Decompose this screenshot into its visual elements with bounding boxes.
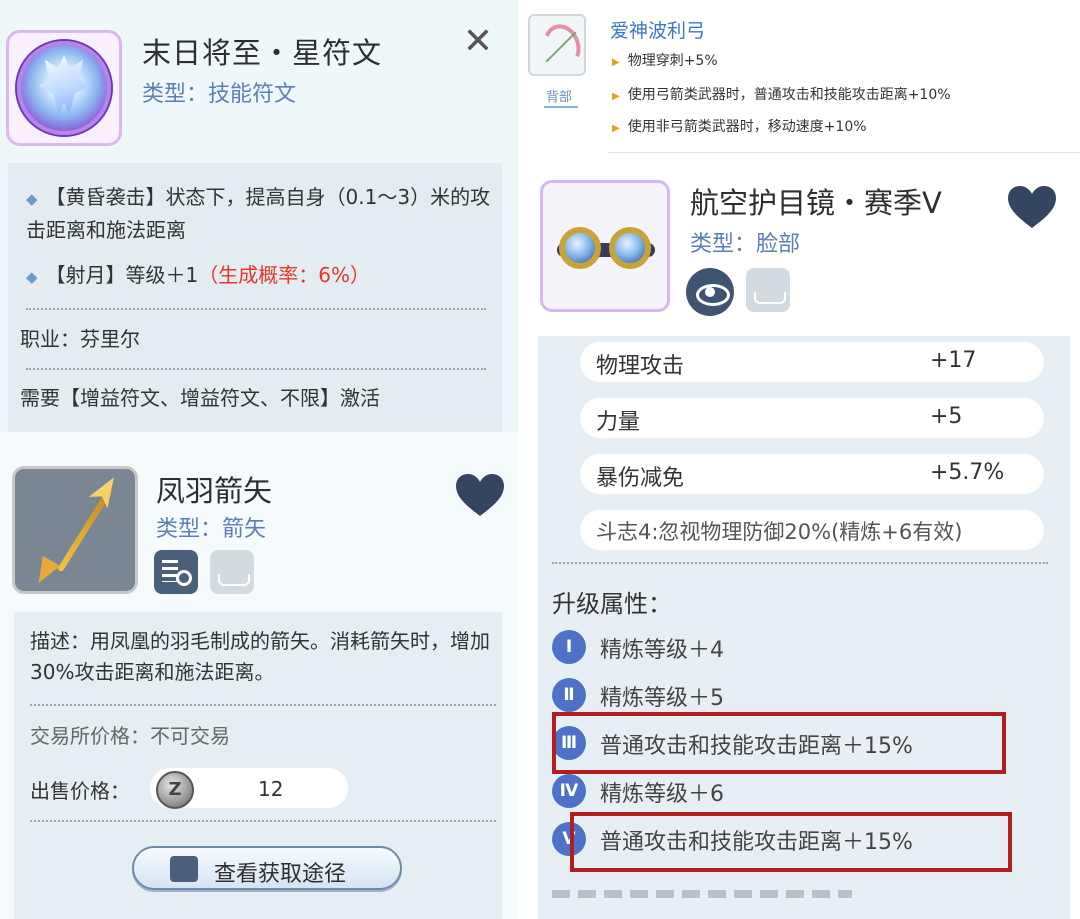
divider xyxy=(26,308,486,310)
upgrade-title: 升级属性： xyxy=(552,590,672,618)
magnifier-icon xyxy=(176,570,192,586)
sell-price-label: 出售价格： xyxy=(30,779,130,803)
cut-off-text xyxy=(552,890,852,898)
diamond-bullet-icon: ◆ xyxy=(26,268,38,286)
stat-value: +5 xyxy=(930,404,963,429)
goggles-lens-icon xyxy=(609,227,651,269)
bow-stat-text: 使用非弓箭类武器时，移动速度+10% xyxy=(627,119,867,135)
arrow-title: 凤羽箭矢 xyxy=(156,474,273,508)
stat-value: +17 xyxy=(930,348,977,373)
inspect-icon xyxy=(170,856,198,882)
heart-icon[interactable] xyxy=(1006,184,1058,230)
rune-type: 类型：技能符文 xyxy=(142,82,297,107)
arrow-description: 描述：用凤凰的羽毛制成的箭矢。消耗箭矢时，增加30%攻击距离和施法距离。 xyxy=(30,629,490,684)
wardrobe-icon[interactable] xyxy=(746,268,790,312)
rune-effect-2: ◆ 【射月】等级＋1（生成概率：6%） xyxy=(26,260,496,293)
upgrade-text: 精炼等级＋6 xyxy=(600,782,724,807)
upgrade-text: 精炼等级＋4 xyxy=(600,638,724,663)
special-effect-row: 斗志4:忽视物理防御20%(精炼+6有效) xyxy=(580,510,1044,550)
triangle-bullet-icon: ▶ xyxy=(612,123,620,134)
stat-name: 物理攻击 xyxy=(596,354,685,379)
arrow-icon-frame xyxy=(12,466,138,594)
wardrobe-icon[interactable] xyxy=(210,550,254,594)
goggles-icon-frame xyxy=(540,180,670,312)
arrow-feather-icon xyxy=(30,556,60,589)
rune-effect-1: ◆ 【黄昏袭击】状态下，提高自身（0.1～3）米的攻击距离和施法距离 xyxy=(26,182,496,246)
stat-value: +5.7% xyxy=(930,460,1005,485)
bow-stat-text: 使用弓箭类武器时，普通攻击和技能攻击距离+10% xyxy=(627,87,951,103)
highlight-box xyxy=(552,712,1006,774)
rune-effect-2-text: 【射月】等级＋1 xyxy=(45,263,199,287)
rune-icon-frame xyxy=(6,30,122,146)
bow-stat-line: ▶ 物理穿刺+5% xyxy=(612,50,718,70)
divider xyxy=(30,704,496,706)
stat-name: 暴伤减免 xyxy=(596,466,685,491)
triangle-bullet-icon: ▶ xyxy=(612,57,620,68)
arrow-head-icon xyxy=(89,471,124,508)
stat-name: 力量 xyxy=(596,410,641,435)
sell-price-value: 12 xyxy=(258,777,284,801)
rune-requirement: 需要【增益符文、增益符文、不限】激活 xyxy=(20,386,380,410)
coin-icon xyxy=(156,771,194,809)
goggles-tooltip: 航空护目镜・赛季V 类型：脸部 物理攻击 +17 力量 +5 暴伤减免 +5.7… xyxy=(518,160,1080,919)
goggles-title: 航空护目镜・赛季V xyxy=(690,186,942,220)
close-icon[interactable]: ✕ xyxy=(458,22,498,62)
upgrade-level-badge: Ⅱ xyxy=(552,678,586,712)
stat-row: 物理攻击 +17 xyxy=(580,342,1044,382)
bow-stat-text: 物理穿刺+5% xyxy=(627,53,718,69)
arrow-tooltip: 凤羽箭矢 类型：箭矢 描述：用凤凰的羽毛制成的箭矢。消耗箭矢时，增加30%攻击距… xyxy=(0,432,518,919)
rune-effect-2-chance: （生成概率：6%） xyxy=(198,263,371,287)
divider xyxy=(608,152,1080,153)
slot-label: 背部 xyxy=(546,90,573,105)
goggles-icon xyxy=(559,227,601,269)
upgrade-level-badge: Ⅰ xyxy=(552,630,586,664)
upgrade-text: 精炼等级＋5 xyxy=(600,686,724,711)
view-source-button[interactable]: 查看获取途径 xyxy=(132,846,402,890)
divider xyxy=(26,368,486,370)
bow-stat-line: ▶ 使用弓箭类武器时，普通攻击和技能攻击距离+10% xyxy=(612,84,951,104)
highlight-box xyxy=(570,812,1012,872)
trade-price: 交易所价格：不可交易 xyxy=(30,724,230,748)
bow-stat-line: ▶ 使用非弓箭类武器时，移动速度+10% xyxy=(612,116,867,136)
slot-underline xyxy=(544,106,578,108)
rune-tooltip: 末日将至・星符文 类型：技能符文 ✕ ◆ 【黄昏袭击】状态下，提高自身（0.1～3… xyxy=(0,0,518,432)
diamond-bullet-icon: ◆ xyxy=(26,190,38,208)
special-effect-text: 斗志4:忽视物理防御20%(精炼+6有效) xyxy=(596,520,963,544)
bow-tooltip: 背部 爱神波利弓 ▶ 物理穿刺+5% ▶ 使用弓箭类武器时，普通攻击和技能攻击距离+… xyxy=(518,0,1080,160)
triangle-bullet-icon: ▶ xyxy=(612,91,620,102)
arrow-type: 类型：箭矢 xyxy=(156,517,267,542)
rune-job: 职业：芬里尔 xyxy=(20,327,140,351)
stat-row: 力量 +5 xyxy=(580,398,1044,438)
bow-icon-frame[interactable] xyxy=(528,14,587,76)
bow-name: 爱神波利弓 xyxy=(610,20,706,42)
view-source-label: 查看获取途径 xyxy=(214,862,347,887)
goggles-type: 类型：脸部 xyxy=(690,232,801,257)
rune-title: 末日将至・星符文 xyxy=(142,36,383,70)
stat-row: 暴伤减免 +5.7% xyxy=(580,454,1044,494)
heart-icon[interactable] xyxy=(454,472,506,518)
divider xyxy=(30,820,496,822)
inspect-icon[interactable] xyxy=(154,550,198,594)
rune-effect-1-text: 【黄昏袭击】状态下，提高自身（0.1～3）米的攻击距离和施法距离 xyxy=(26,185,491,242)
eye-icon[interactable] xyxy=(686,268,734,316)
divider xyxy=(552,562,1048,564)
upgrade-level-badge: Ⅳ xyxy=(552,774,586,808)
